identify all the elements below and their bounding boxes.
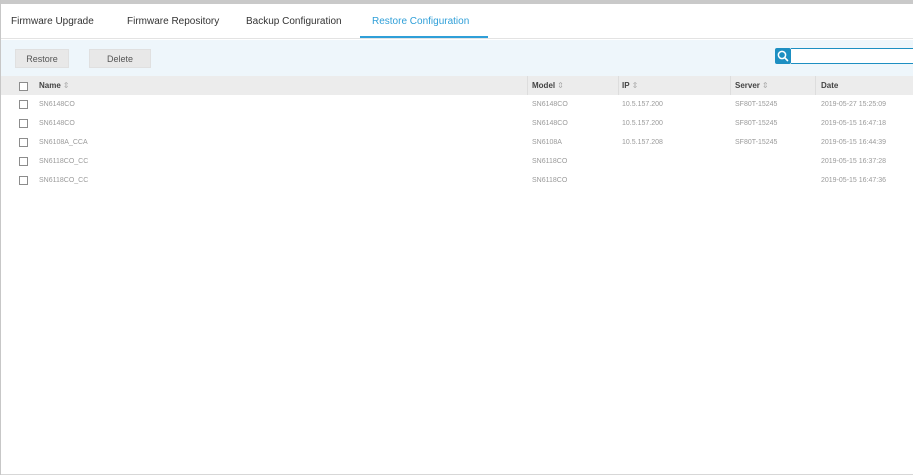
tab-bar: Firmware Upgrade Firmware Repository Bac… (1, 4, 913, 39)
cell-server: SF80T-15245 (735, 101, 778, 108)
column-label-ip: IP (622, 81, 630, 90)
column-label-name: Name (39, 81, 61, 90)
tab-firmware-upgrade[interactable]: Firmware Upgrade (11, 16, 94, 27)
cell-model: SN6108A (532, 139, 562, 146)
column-label-server: Server (735, 81, 760, 90)
cell-model: SN6148CO (532, 120, 568, 127)
cell-model: SN6118CO (532, 177, 568, 184)
cell-ip: 10.5.157.200 (622, 120, 663, 127)
search-input[interactable] (791, 48, 913, 64)
column-divider (618, 76, 619, 95)
restore-button[interactable]: Restore (15, 49, 69, 68)
tab-restore-configuration[interactable]: Restore Configuration (372, 16, 469, 27)
cell-name: SN6118CO_CC (39, 177, 89, 184)
cell-server: SF80T-15245 (735, 139, 778, 146)
column-header-model[interactable]: Model ⇕ (532, 76, 564, 95)
tab-firmware-repository[interactable]: Firmware Repository (127, 16, 219, 27)
cell-date: 2019-05-27 15:25:09 (821, 101, 886, 108)
table-row[interactable]: SN6108A_CCA SN6108A 10.5.157.208 SF80T-1… (1, 133, 913, 152)
table-row[interactable]: SN6148CO SN6148CO 10.5.157.200 SF80T-152… (1, 95, 913, 114)
cell-ip: 10.5.157.208 (622, 139, 663, 146)
row-checkbox[interactable] (19, 119, 28, 128)
table-row[interactable]: SN6118CO_CC SN6118CO 2019-05-15 16:37:28 (1, 152, 913, 171)
row-checkbox[interactable] (19, 138, 28, 147)
cell-ip: 10.5.157.200 (622, 101, 663, 108)
column-header-server[interactable]: Server ⇕ (735, 76, 769, 95)
cell-name: SN6148CO (39, 101, 75, 108)
cell-name: SN6108A_CCA (39, 139, 88, 146)
table-row[interactable]: SN6148CO SN6148CO 10.5.157.200 SF80T-152… (1, 114, 913, 133)
delete-button[interactable]: Delete (89, 49, 151, 68)
column-divider (815, 76, 816, 95)
row-checkbox[interactable] (19, 176, 28, 185)
search-icon (777, 50, 789, 62)
tab-backup-configuration[interactable]: Backup Configuration (246, 16, 342, 27)
table-row[interactable]: SN6118CO_CC SN6118CO 2019-05-15 16:47:36 (1, 171, 913, 190)
cell-name: SN6148CO (39, 120, 75, 127)
cell-date: 2019-05-15 16:47:36 (821, 177, 886, 184)
column-divider (527, 76, 528, 95)
row-checkbox[interactable] (19, 100, 28, 109)
column-label-model: Model (532, 81, 556, 90)
cell-date: 2019-05-15 16:37:28 (821, 158, 886, 165)
cell-date: 2019-05-15 16:47:18 (821, 120, 886, 127)
search-button[interactable] (775, 48, 791, 64)
sort-icon: ⇕ (761, 81, 769, 90)
cell-name: SN6118CO_CC (39, 158, 89, 165)
cell-model: SN6148CO (532, 101, 568, 108)
restore-configuration-window: Firmware Upgrade Firmware Repository Bac… (0, 0, 913, 475)
cell-date: 2019-05-15 16:44:39 (821, 139, 886, 146)
table-header: Name ⇕ Model ⇕ IP ⇕ Server ⇕ Date (1, 76, 913, 95)
column-divider (730, 76, 731, 95)
cell-server: SF80T-15245 (735, 120, 778, 127)
column-header-name[interactable]: Name ⇕ (39, 76, 70, 95)
sort-icon: ⇕ (557, 81, 564, 90)
select-all-checkbox[interactable] (19, 82, 28, 91)
sort-icon: ⇕ (62, 81, 70, 90)
row-checkbox[interactable] (19, 157, 28, 166)
sort-icon: ⇕ (631, 81, 639, 90)
active-tab-indicator (360, 36, 488, 38)
column-header-ip[interactable]: IP ⇕ (622, 76, 638, 95)
cell-model: SN6118CO (532, 158, 568, 165)
column-header-date[interactable]: Date (821, 76, 838, 95)
